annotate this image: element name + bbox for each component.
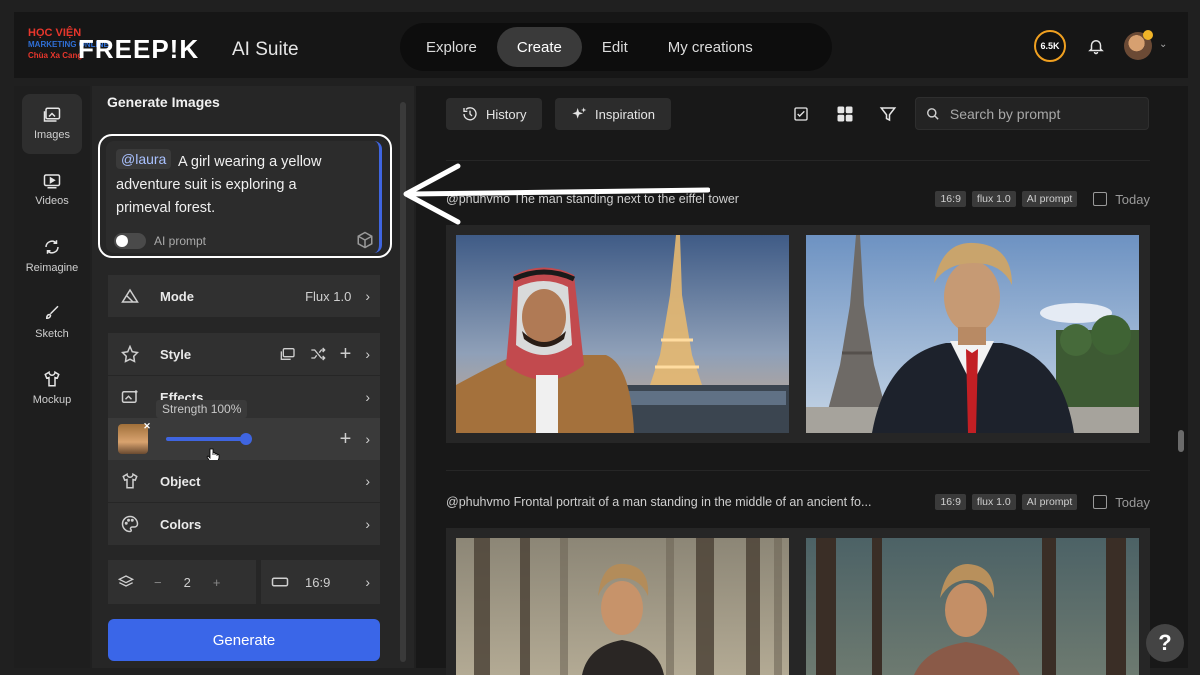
grid-view-icon[interactable]: [831, 100, 859, 128]
video-icon: [43, 174, 61, 189]
shirt-icon: [44, 370, 60, 387]
add-style-icon[interactable]: +: [340, 343, 352, 366]
group-date: Today: [1115, 494, 1150, 510]
strength-slider[interactable]: [166, 433, 252, 445]
results-scrollbar[interactable]: [1178, 430, 1184, 452]
nav-my-creations[interactable]: My creations: [648, 27, 773, 67]
tool-rail: Images Videos Reimagine Sketch Mockup: [14, 86, 90, 668]
history-icon: [463, 107, 477, 121]
rail-item-images[interactable]: Images: [22, 94, 82, 154]
object-icon: [118, 472, 142, 490]
images-icon: [43, 107, 61, 122]
sparkles-icon: [572, 107, 587, 119]
increase-count-button[interactable]: +: [213, 575, 221, 590]
character-strength-row[interactable]: ✕ + ›: [108, 418, 380, 460]
star-icon: [118, 345, 142, 363]
main-nav: Explore Create Edit My creations: [400, 23, 832, 71]
rail-item-videos[interactable]: Videos: [22, 160, 82, 220]
image-count-value: 2: [183, 574, 191, 590]
tag-aspect: 16:9: [935, 191, 966, 207]
ai-suite-label: AI Suite: [232, 39, 299, 60]
chevron-right-icon: ›: [365, 389, 370, 405]
crown-icon: [1143, 30, 1153, 40]
character-thumbnail[interactable]: ✕: [118, 421, 151, 454]
slider-handle[interactable]: [240, 433, 252, 445]
decrease-count-button[interactable]: −: [154, 575, 162, 590]
aspect-ratio-icon: [271, 577, 289, 587]
chevron-right-icon: ›: [365, 516, 370, 532]
image-count-control: − 2 +: [108, 560, 256, 604]
aspect-ratio-control[interactable]: 16:9 ›: [261, 560, 380, 604]
prompt-text: A girl wearing a yellow adventure suit i…: [116, 154, 322, 216]
palette-icon: [118, 515, 142, 533]
refresh-icon: [45, 240, 59, 254]
filter-icon[interactable]: [874, 100, 902, 128]
rail-item-mockup[interactable]: Mockup: [22, 358, 82, 418]
nav-explore[interactable]: Explore: [406, 27, 497, 67]
logo-area[interactable]: HỌC VIỆN MARKETING ONLINE Chùa Xa Cang F…: [20, 20, 320, 70]
tag-ai-prompt: AI prompt: [1021, 494, 1078, 510]
result-image[interactable]: [456, 538, 789, 675]
divider: [446, 470, 1150, 471]
remove-icon[interactable]: ✕: [142, 421, 152, 431]
style-gallery-icon[interactable]: [280, 347, 296, 361]
top-bar: HỌC VIỆN MARKETING ONLINE Chùa Xa Cang F…: [14, 12, 1188, 78]
credits-badge[interactable]: 6.5K: [1034, 30, 1066, 62]
help-button[interactable]: ?: [1146, 624, 1184, 662]
brush-icon: [45, 305, 59, 320]
mode-icon: [118, 287, 142, 305]
panel-title: Generate Images: [107, 94, 220, 110]
group-select-checkbox[interactable]: [1093, 495, 1108, 509]
prompt-textarea[interactable]: @laura A girl wearing a yellow adventure…: [106, 141, 382, 253]
search-icon: [927, 107, 939, 120]
ai-prompt-label: AI prompt: [154, 234, 207, 248]
history-button[interactable]: History: [446, 98, 543, 130]
tag-ai-prompt: AI prompt: [1021, 191, 1078, 207]
group-select-checkbox[interactable]: [1093, 192, 1108, 206]
generate-button[interactable]: Generate: [108, 619, 380, 661]
chevron-right-icon: ›: [365, 431, 370, 447]
chevron-right-icon: ›: [365, 473, 370, 489]
result-image[interactable]: [456, 235, 789, 433]
style-row[interactable]: Style + ›: [108, 333, 380, 375]
chevron-right-icon: ›: [365, 346, 370, 362]
mode-value: Flux 1.0: [305, 288, 352, 304]
mode-row[interactable]: Mode Flux 1.0 ›: [108, 275, 380, 317]
result-image[interactable]: [806, 235, 1139, 433]
inspiration-button[interactable]: Inspiration: [555, 98, 671, 130]
nav-edit[interactable]: Edit: [582, 27, 648, 67]
colors-row[interactable]: Colors ›: [108, 503, 380, 545]
annotation-arrow-icon: [403, 163, 710, 225]
search-box[interactable]: [915, 97, 1149, 130]
object-row[interactable]: Object ›: [108, 460, 380, 502]
effects-icon: [118, 388, 142, 406]
group-date: Today: [1115, 191, 1150, 207]
strength-tooltip: Strength 100%: [156, 400, 248, 418]
tag-model: flux 1.0: [971, 494, 1016, 510]
result-group-header: @phuhvmo Frontal portrait of a man stand…: [446, 491, 1150, 513]
tag-aspect: 16:9: [935, 494, 966, 510]
add-character-icon[interactable]: +: [340, 428, 352, 451]
bell-icon[interactable]: [1082, 32, 1110, 60]
chevron-down-icon[interactable]: ⌄: [1159, 39, 1167, 50]
rail-item-reimagine[interactable]: Reimagine: [22, 226, 82, 286]
layers-icon: [118, 575, 134, 587]
freepik-logo: FREEP!K: [78, 34, 200, 64]
result-image[interactable]: [806, 538, 1139, 675]
group-prompt: @phuhvmo Frontal portrait of a man stand…: [446, 495, 872, 509]
rail-item-sketch[interactable]: Sketch: [22, 292, 82, 352]
chevron-right-icon: ›: [365, 288, 370, 304]
cube-icon[interactable]: [356, 231, 374, 249]
aspect-ratio-value: 16:9: [305, 574, 331, 590]
app-window: HỌC VIỆN MARKETING ONLINE Chùa Xa Cang F…: [0, 0, 1200, 675]
chevron-right-icon: ›: [365, 574, 370, 590]
select-checkbox-icon[interactable]: [787, 100, 815, 128]
shuffle-icon[interactable]: [310, 347, 326, 361]
tag-model: flux 1.0: [971, 191, 1016, 207]
search-input[interactable]: [949, 105, 1138, 122]
ai-prompt-toggle[interactable]: [114, 233, 146, 249]
nav-create[interactable]: Create: [496, 27, 582, 67]
